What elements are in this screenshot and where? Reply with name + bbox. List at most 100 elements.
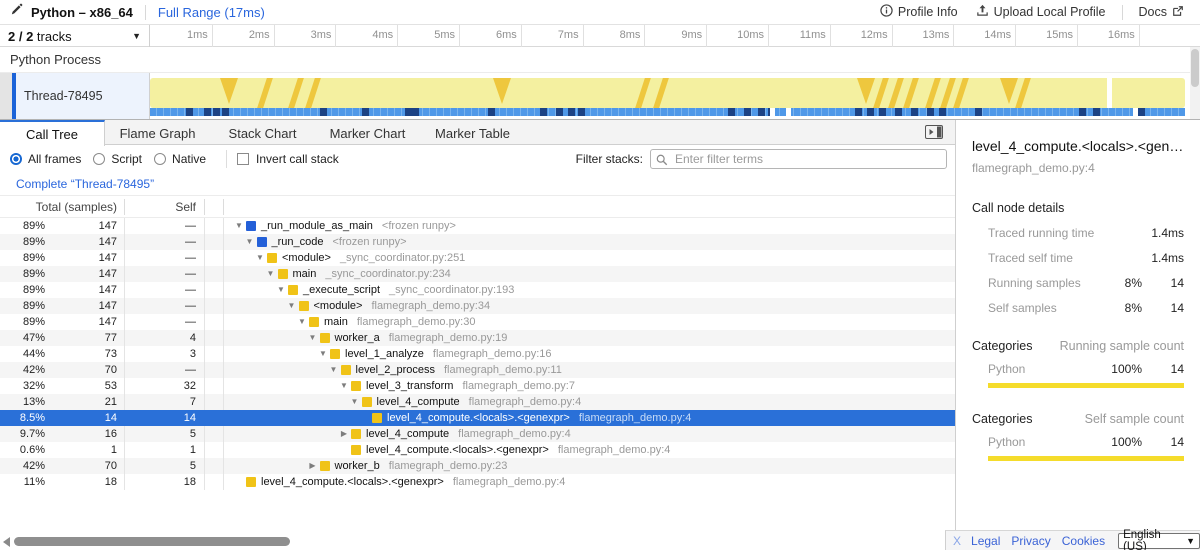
table-row[interactable]: 89%147—▼mainflamegraph_demo.py:30 [0,314,955,330]
radio-script[interactable] [93,153,105,165]
tab-marker-table[interactable]: Marker Table [420,120,525,145]
column-header-total[interactable]: Total (samples) [0,199,125,215]
thread-track-header[interactable]: Thread-78495 [16,73,150,119]
sample-dark-segment [927,108,934,116]
horizontal-scroll-thumb[interactable] [14,537,290,546]
tab-flame-graph[interactable]: Flame Graph [105,120,210,145]
cell-tree: ▼worker_aflamegraph_demo.py:19 [224,330,955,346]
table-row[interactable]: 0.6%11level_4_compute.<locals>.<genexpr>… [0,442,955,458]
profile-title: Python – x86_64 [31,5,133,20]
edit-pencil-icon[interactable] [10,3,23,21]
twisty-expanded-icon[interactable]: ▼ [232,218,246,234]
cell-total: 89%147 [0,298,125,314]
footer-link-privacy[interactable]: Privacy [1011,534,1050,548]
twisty-expanded-icon[interactable]: ▼ [264,266,278,282]
table-row[interactable]: 42%705▶worker_bflamegraph_demo.py:23 [0,458,955,474]
table-row[interactable]: 32%5332▼level_3_transformflamegraph_demo… [0,378,955,394]
timeline-scroll-thumb[interactable] [1191,49,1199,87]
twisty-collapsed-icon[interactable]: ▶ [306,458,320,474]
twisty-expanded-icon[interactable]: ▼ [285,298,299,314]
open-sidebar-icon[interactable] [925,125,943,139]
table-row[interactable]: 8.5%1414level_4_compute.<locals>.<genexp… [0,410,955,426]
radio-native[interactable] [154,153,166,165]
table-row[interactable]: 11%1818level_4_compute.<locals>.<genexpr… [0,474,955,490]
breadcrumb-complete-thread-link[interactable]: Complete “Thread-78495” [16,177,154,191]
chevron-down-icon: ▼ [1186,536,1195,546]
activity-marker-triangle [220,78,238,104]
track-thread[interactable]: Thread-78495 [0,73,1200,119]
twisty-expanded-icon[interactable]: ▼ [253,250,267,266]
tab-call-tree[interactable]: Call Tree [0,120,105,146]
total-samples: 147 [45,314,124,330]
twisty-expanded-icon[interactable]: ▼ [274,282,288,298]
footer-x-link[interactable]: X [953,534,961,548]
timeline-vertical-scrollbar[interactable] [1190,47,1200,119]
footer-link-cookies[interactable]: Cookies [1062,534,1105,548]
profile-info-button[interactable]: Profile Info [874,2,964,22]
tracks-dropdown[interactable]: 2 / 2 tracks ▼ [0,25,150,47]
file-location: _sync_coordinator.py:234 [325,266,450,282]
full-range-button[interactable]: Full Range (17ms) [158,5,265,20]
cell-spacer [205,314,224,330]
python-frame-icon [299,301,309,311]
twisty-expanded-icon[interactable]: ▼ [337,378,351,394]
radio-all-frames[interactable] [10,153,22,165]
tab-marker-chart[interactable]: Marker Chart [315,120,420,145]
ruler-tick-label: 4ms [337,29,393,41]
footer-link-legal[interactable]: Legal [971,534,1000,548]
twisty-collapsed-icon[interactable]: ▶ [337,426,351,442]
cell-tree: ▼level_1_analyzeflamegraph_demo.py:16 [224,346,955,362]
cell-spacer [205,346,224,362]
table-row[interactable]: 89%147—▼main_sync_coordinator.py:234 [0,266,955,282]
category-header: CategoriesSelf sample count [972,412,1184,426]
twisty-expanded-icon[interactable]: ▼ [316,346,330,362]
python-frame-icon [246,477,256,487]
category-bar [988,456,1184,461]
ruler-tick-label: 5ms [399,29,455,41]
invert-call-stack-checkbox[interactable] [237,153,249,165]
file-location: flamegraph_demo.py:34 [371,298,490,314]
table-row[interactable]: 89%147—▼_execute_script_sync_coordinator… [0,282,955,298]
cell-self: — [125,362,205,378]
thread-activity-canvas[interactable] [150,73,1190,119]
filter-stacks-input[interactable] [650,149,947,169]
header-separator-2 [1122,5,1123,20]
table-row[interactable]: 89%147—▼<module>_sync_coordinator.py:251 [0,250,955,266]
firefox-profiler-app: Python – x86_64 Full Range (17ms) Profil… [0,0,1200,550]
table-row[interactable]: 47%774▼worker_aflamegraph_demo.py:19 [0,330,955,346]
tab-stack-chart[interactable]: Stack Chart [210,120,315,145]
total-samples: 147 [45,266,124,282]
table-row[interactable]: 9.7%165▶level_4_computeflamegraph_demo.p… [0,426,955,442]
sample-dark-segment [320,108,327,116]
table-row[interactable]: 89%147—▼<module>flamegraph_demo.py:34 [0,298,955,314]
total-samples: 147 [45,298,124,314]
breadcrumb: Complete “Thread-78495” [0,172,955,196]
cell-self: 5 [125,426,205,442]
twisty-expanded-icon[interactable]: ▼ [306,330,320,346]
track-python-process[interactable]: Python Process [0,47,1200,73]
scroll-left-icon[interactable] [3,537,10,547]
cell-self: 1 [125,442,205,458]
twisty-expanded-icon[interactable]: ▼ [243,234,257,250]
table-row[interactable]: 89%147—▼_run_module_as_main<frozen runpy… [0,218,955,234]
table-row[interactable]: 13%217▼level_4_computeflamegraph_demo.py… [0,394,955,410]
sample-dark-segment [412,108,419,116]
total-samples: 14 [45,410,124,426]
total-samples: 147 [45,218,124,234]
table-row[interactable]: 44%733▼level_1_analyzeflamegraph_demo.py… [0,346,955,362]
docs-button[interactable]: Docs [1133,3,1190,22]
twisty-expanded-icon[interactable]: ▼ [295,314,309,330]
total-percent: 89% [0,282,45,298]
cell-total: 11%18 [0,474,125,490]
upload-profile-button[interactable]: Upload Local Profile [970,2,1112,22]
column-header-self[interactable]: Self [125,199,205,215]
language-select[interactable]: English (US) ▼ [1118,533,1200,549]
call-tree-rows: 89%147—▼_run_module_as_main<frozen runpy… [0,218,955,490]
table-row[interactable]: 42%70—▼level_2_processflamegraph_demo.py… [0,362,955,378]
horizontal-scrollbar[interactable] [0,533,955,550]
twisty-expanded-icon[interactable]: ▼ [327,362,341,378]
twisty-expanded-icon[interactable]: ▼ [348,394,362,410]
table-row[interactable]: 89%147—▼_run_code<frozen runpy> [0,234,955,250]
sample-dark-segment [186,108,193,116]
category-value: 14 [1142,362,1184,376]
